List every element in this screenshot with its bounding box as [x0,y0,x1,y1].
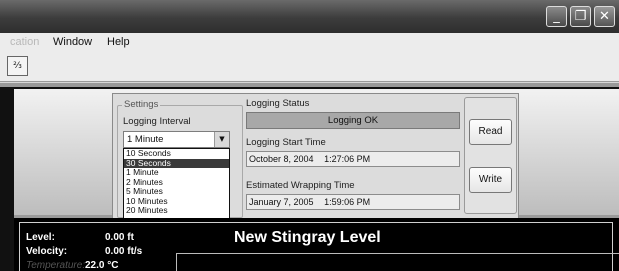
write-button[interactable]: Write [469,167,512,193]
restore-button[interactable]: ❐ [570,6,591,27]
interval-option-20-minutes[interactable]: 20 Minutes [124,205,229,216]
minimize-button[interactable]: _ [546,6,567,27]
logging-status-field: Logging OK [246,112,460,129]
temperature-value: 22.0 °C [85,260,119,271]
logging-interval-value: 1 Minute [127,134,164,145]
wrapping-date: January 7, 2005 [249,197,314,207]
toolbar-units-icon[interactable]: ⅔ [7,56,28,76]
menu-bar: cation Window Help [0,33,619,52]
logging-interval-select[interactable]: 1 Minute ▼ [123,131,230,148]
readout-vertical-divider [176,253,177,271]
logging-status-label: Logging Status [246,98,310,109]
logging-start-time-field: October 8, 2004 1:27:06 PM [246,151,460,167]
close-button[interactable]: ✕ [594,6,615,27]
logging-start-time-label: Logging Start Time [246,137,326,148]
temperature-label: Temperature: [26,260,86,271]
read-write-group: Read Write [464,97,517,214]
wrapping-clock: 1:59:06 PM [324,197,371,207]
velocity-value: 0.00 ft/s [105,246,143,257]
velocity-label: Velocity: [26,246,68,257]
level-value: 0.00 ft [105,232,134,243]
left-frame-edge [0,87,14,271]
level-label: Level: [26,232,55,243]
readout-divider [176,253,619,254]
toolbar: ⅔ [0,52,619,82]
logging-start-clock: 1:27:06 PM [324,154,371,164]
title-bar: _ ❐ ✕ [0,0,619,33]
logging-start-date: October 8, 2004 [249,154,314,164]
estimated-wrapping-time-field: January 7, 2005 1:59:06 PM [246,194,460,210]
device-title: New Stingray Level [234,229,381,246]
menu-item-application[interactable]: cation [10,33,39,52]
settings-legend: Settings [122,99,161,110]
logging-status-value: Logging OK [327,115,379,126]
menu-item-help[interactable]: Help [107,33,130,52]
chevron-down-icon[interactable]: ▼ [214,132,229,147]
estimated-wrapping-time-label: Estimated Wrapping Time [246,180,355,191]
read-button[interactable]: Read [469,119,512,145]
menu-item-window[interactable]: Window [53,33,92,52]
logging-interval-label: Logging Interval [123,116,191,127]
